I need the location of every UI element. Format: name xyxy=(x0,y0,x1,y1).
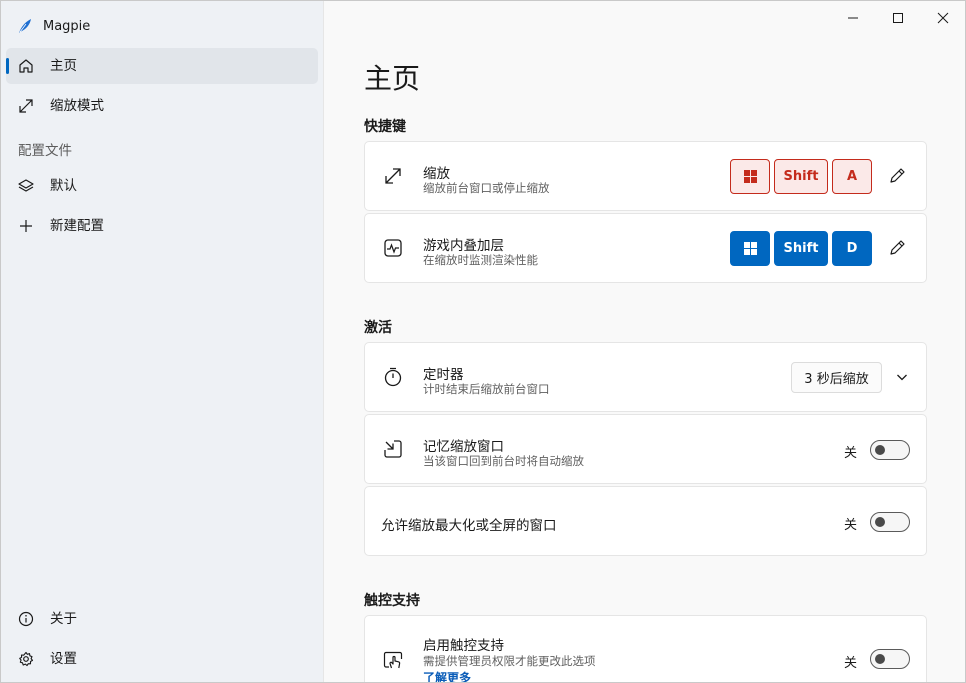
shift-key[interactable]: Shift xyxy=(774,159,828,194)
card-title: 启用触控支持 xyxy=(423,638,504,654)
performance-monitor-icon xyxy=(384,239,402,257)
card-description: 当该窗口回到前台时将自动缩放 xyxy=(423,454,584,468)
card-title: 允许缩放最大化或全屏的窗口 xyxy=(381,518,557,534)
card-description: 计时结束后缩放前台窗口 xyxy=(423,382,550,396)
shift-key[interactable]: Shift xyxy=(774,231,828,266)
sidebar-item-label: 新建配置 xyxy=(50,218,104,234)
scale-mode-icon xyxy=(19,99,33,113)
card-description: 在缩放时监测渲染性能 xyxy=(423,253,538,267)
sidebar-item-label: 关于 xyxy=(50,611,77,627)
maximize-button[interactable] xyxy=(887,7,909,29)
close-button[interactable] xyxy=(932,7,954,29)
gear-icon xyxy=(19,651,34,667)
edit-pencil-icon[interactable] xyxy=(886,237,908,259)
card-title: 缩放 xyxy=(423,166,450,182)
minimize-icon xyxy=(848,17,858,19)
card-description: 需提供管理员权限才能更改此选项 xyxy=(423,654,596,668)
touch-section-title: 触控支持 xyxy=(364,593,420,609)
sidebar-item-default-profile[interactable]: 默认 xyxy=(6,168,318,204)
touch-support-toggle[interactable] xyxy=(870,649,910,669)
shrink-window-icon xyxy=(384,440,402,458)
toggle-knob xyxy=(875,654,885,664)
sidebar-item-label: 默认 xyxy=(50,178,77,194)
close-icon xyxy=(937,12,949,24)
plus-icon xyxy=(20,220,32,232)
chevron-down-icon[interactable] xyxy=(895,370,909,384)
toggle-state-label: 关 xyxy=(844,518,858,533)
minimize-button[interactable] xyxy=(842,7,864,29)
scale-hotkey-card: 缩放 缩放前台窗口或停止缩放 Shift A xyxy=(364,141,927,211)
edit-pencil-icon[interactable] xyxy=(886,165,908,187)
letter-key[interactable]: A xyxy=(832,159,872,194)
activation-section-title: 激活 xyxy=(364,320,392,336)
allow-maximized-toggle[interactable] xyxy=(870,512,910,532)
remember-window-toggle[interactable] xyxy=(870,440,910,460)
app-title: Magpie xyxy=(17,15,90,37)
toggle-state-label: 关 xyxy=(844,656,858,671)
magpie-logo-icon xyxy=(19,19,31,33)
timer-delay-select[interactable]: 3 秒后缩放 xyxy=(791,362,882,393)
sidebar: Magpie 主页 缩放模式 配置文件 默认 新建配置 关于 设置 xyxy=(1,1,323,682)
scale-icon xyxy=(385,168,401,184)
toggle-state-label: 关 xyxy=(844,446,858,461)
sidebar-item-new-profile[interactable]: 新建配置 xyxy=(6,208,318,244)
main-content: 主页 快捷键 缩放 缩放前台窗口或停止缩放 Shift A 游戏内叠加层 在缩放… xyxy=(323,1,965,682)
app-window: Magpie 主页 缩放模式 配置文件 默认 新建配置 关于 设置 主页 快捷键… xyxy=(0,0,966,683)
overlay-hotkey-card: 游戏内叠加层 在缩放时监测渲染性能 Shift D xyxy=(364,213,927,283)
remember-window-card: 记忆缩放窗口 当该窗口回到前台时将自动缩放 关 xyxy=(364,414,927,484)
maximize-icon xyxy=(893,13,903,23)
card-description: 缩放前台窗口或停止缩放 xyxy=(423,181,550,195)
toggle-knob xyxy=(875,517,885,527)
letter-key[interactable]: D xyxy=(832,231,872,266)
sidebar-item-home[interactable]: 主页 xyxy=(6,48,318,84)
info-icon xyxy=(18,611,34,627)
app-name: Magpie xyxy=(43,18,91,34)
sidebar-item-label: 设置 xyxy=(50,651,77,667)
learn-more-link[interactable]: 了解更多 xyxy=(423,669,471,682)
timer-card: 定时器 计时结束后缩放前台窗口 3 秒后缩放 xyxy=(364,342,927,412)
touch-support-card: 启用触控支持 需提供管理员权限才能更改此选项 了解更多 关 xyxy=(364,615,927,682)
windows-logo-icon xyxy=(743,170,757,183)
page-title: 主页 xyxy=(364,62,421,95)
toggle-knob xyxy=(875,445,885,455)
card-title: 记忆缩放窗口 xyxy=(423,439,504,455)
card-title: 定时器 xyxy=(423,367,464,383)
selection-indicator xyxy=(6,58,9,74)
allow-maximized-card: 允许缩放最大化或全屏的窗口 关 xyxy=(364,486,927,556)
windows-key[interactable] xyxy=(730,231,770,266)
profiles-section-label: 配置文件 xyxy=(18,143,72,159)
sidebar-item-settings[interactable]: 设置 xyxy=(6,641,318,677)
windows-key[interactable] xyxy=(730,159,770,194)
windows-logo-icon xyxy=(743,242,757,255)
sidebar-item-label: 缩放模式 xyxy=(50,98,104,114)
touch-icon xyxy=(383,651,403,669)
sidebar-item-scale-mode[interactable]: 缩放模式 xyxy=(6,88,318,124)
home-icon xyxy=(19,59,33,73)
sidebar-item-label: 主页 xyxy=(50,58,77,74)
card-title: 游戏内叠加层 xyxy=(423,238,504,254)
sidebar-item-about[interactable]: 关于 xyxy=(6,601,318,637)
timer-icon xyxy=(384,367,402,387)
layers-icon xyxy=(18,179,34,192)
hotkeys-section-title: 快捷键 xyxy=(364,119,406,135)
